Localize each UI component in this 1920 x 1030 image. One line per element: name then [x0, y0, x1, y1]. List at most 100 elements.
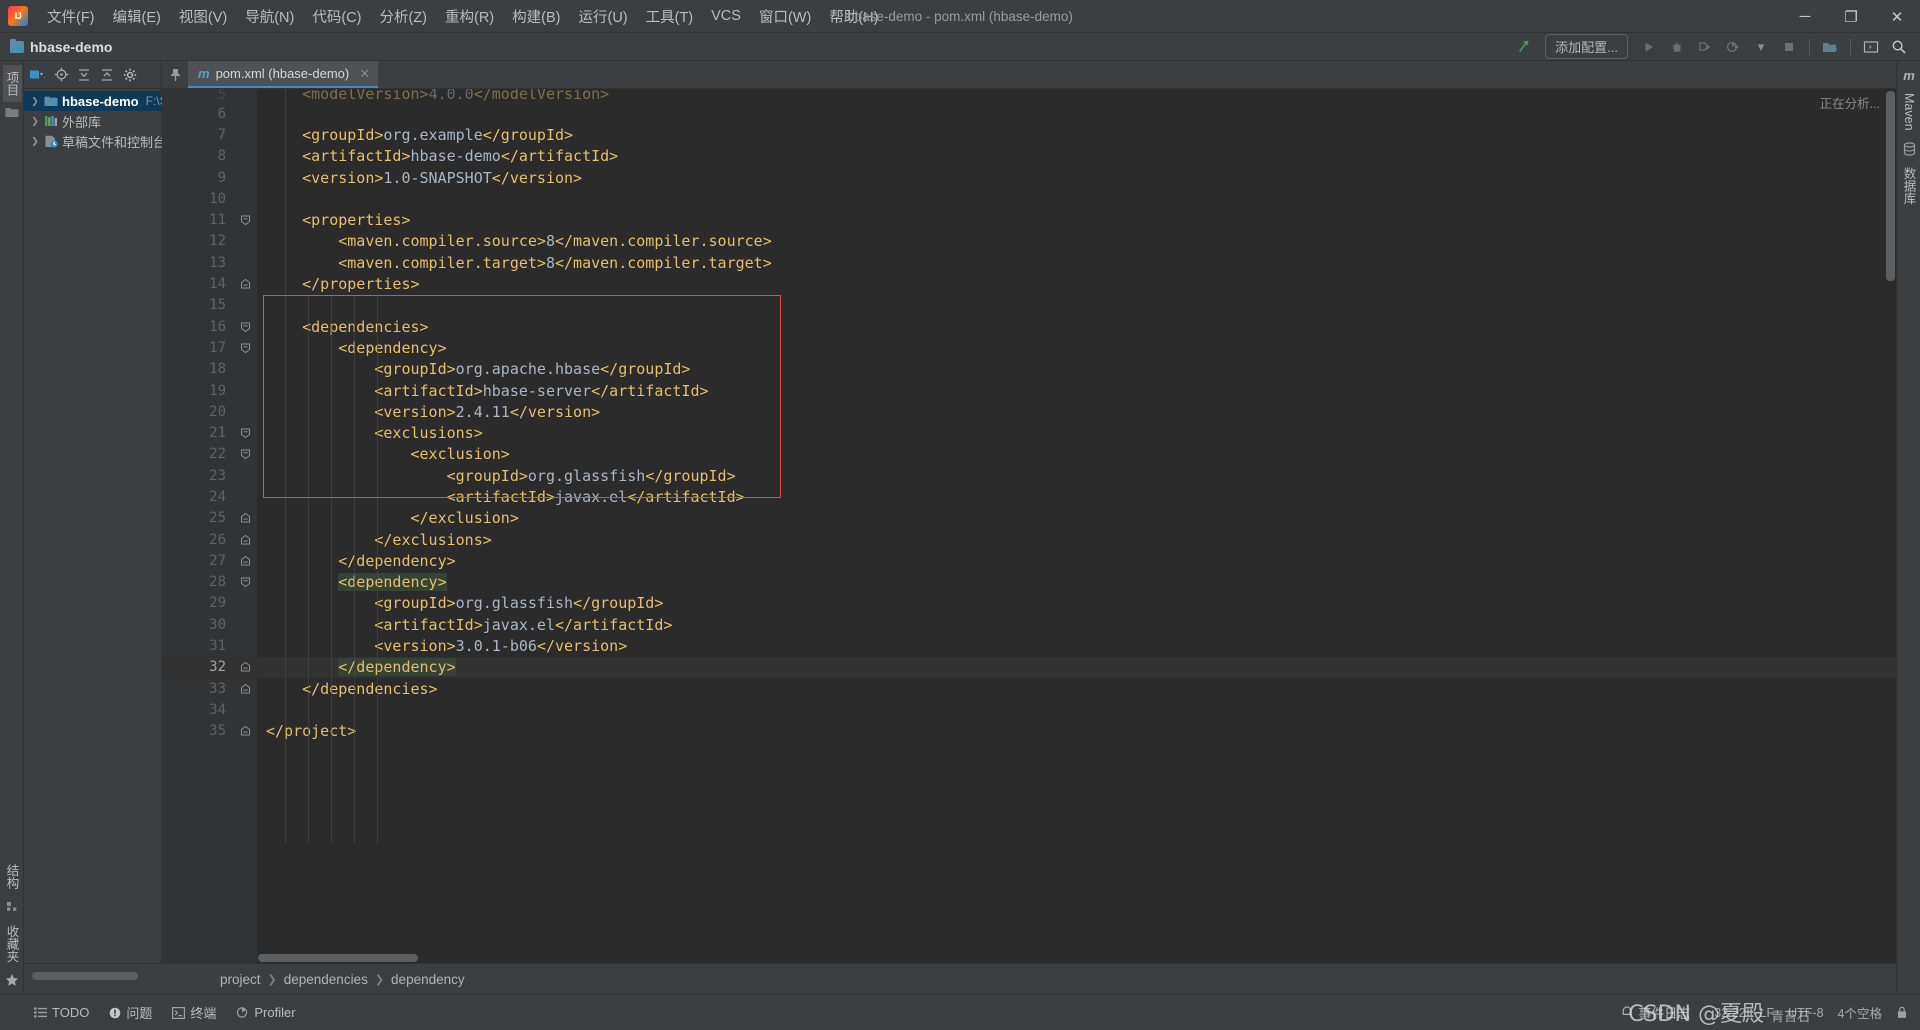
code-line-17[interactable]: 17 <dependency> [162, 337, 1896, 358]
code-line-6[interactable]: 6 [162, 103, 1896, 124]
fold-column[interactable] [234, 167, 257, 188]
tree-node-1[interactable]: ❯ 外部库 [24, 111, 161, 131]
fold-collapse-icon[interactable] [240, 726, 251, 737]
fold-expand-icon[interactable] [240, 449, 251, 460]
fold-column[interactable] [234, 146, 257, 167]
status-problems[interactable]: 问题 [99, 1000, 162, 1025]
tree-node-0[interactable]: ❯ hbase-demo F:\S [24, 91, 168, 111]
fold-column[interactable] [234, 657, 257, 678]
chevron-right-icon[interactable]: ❯ [30, 96, 40, 107]
code-line-30[interactable]: 30 <artifactId>javax.el</artifactId> [162, 614, 1896, 635]
code-line-33[interactable]: 33 </dependencies> [162, 678, 1896, 699]
fold-expand-icon[interactable] [240, 577, 251, 588]
editor-horizontal-scrollbar[interactable] [258, 954, 418, 962]
fold-column[interactable] [234, 188, 257, 209]
maximize-button[interactable]: ❐ [1828, 0, 1874, 33]
project-name-label[interactable]: hbase-demo [10, 38, 112, 55]
code-line-28[interactable]: 28 <dependency> [162, 572, 1896, 593]
collapse-all-icon[interactable] [97, 65, 117, 85]
event-log-button[interactable]: 事件日志 [1611, 1000, 1700, 1025]
fold-collapse-icon[interactable] [240, 555, 251, 566]
menu-item-7[interactable]: 构建(B) [503, 2, 569, 31]
project-structure-icon[interactable] [1817, 36, 1843, 58]
fold-column[interactable] [234, 337, 257, 358]
code-line-11[interactable]: 11 <properties> [162, 209, 1896, 230]
gear-icon[interactable] [120, 65, 140, 85]
fold-collapse-icon[interactable] [240, 278, 251, 290]
fold-column[interactable] [234, 209, 257, 230]
fold-column[interactable] [234, 252, 257, 273]
menu-item-12[interactable]: 帮助(H) [820, 2, 887, 31]
stop-icon[interactable] [1776, 36, 1802, 58]
fold-column[interactable] [234, 550, 257, 571]
rail-item-structure[interactable]: 结构 [3, 858, 22, 895]
code-line-35[interactable]: 35 </project> [162, 721, 1896, 742]
fold-collapse-icon[interactable] [240, 662, 251, 673]
fold-expand-icon[interactable] [240, 342, 251, 354]
line-separator[interactable]: LF [1760, 1006, 1775, 1020]
status-profiler[interactable]: Profiler [226, 1002, 305, 1023]
code-line-27[interactable]: 27 </dependency> [162, 550, 1896, 571]
star-icon[interactable] [2, 970, 22, 990]
locate-icon[interactable] [51, 65, 71, 85]
code-line-15[interactable]: 15 [162, 295, 1896, 316]
code-line-18[interactable]: 18 <groupId>org.apache.hbase</groupId> [162, 359, 1896, 380]
fold-column[interactable] [234, 380, 257, 401]
fold-column[interactable] [234, 231, 257, 252]
menu-item-4[interactable]: 代码(C) [303, 2, 370, 31]
code-line-25[interactable]: 25 </exclusion> [162, 508, 1896, 529]
build-project-icon[interactable] [1511, 36, 1537, 58]
fold-column[interactable] [234, 593, 257, 614]
fold-column[interactable] [234, 721, 257, 742]
editor-vertical-scrollbar[interactable] [1886, 91, 1895, 281]
fold-column[interactable] [234, 89, 257, 103]
code-line-14[interactable]: 14 </properties> [162, 273, 1896, 294]
fold-expand-icon[interactable] [240, 215, 251, 226]
fold-collapse-icon[interactable] [240, 534, 251, 545]
tree-node-2[interactable]: ❯ 草稿文件和控制台 [24, 131, 166, 151]
fold-column[interactable] [234, 699, 257, 720]
chevron-right-icon[interactable]: ❯ [30, 136, 40, 147]
fold-column[interactable] [234, 486, 257, 507]
chevron-down-icon[interactable]: ▾ [1748, 36, 1774, 58]
fold-column[interactable] [234, 572, 257, 593]
rail-item-maven[interactable]: Maven [1902, 87, 1916, 137]
code-line-8[interactable]: 8 <artifactId>hbase-demo</artifactId> [162, 146, 1896, 167]
code-line-12[interactable]: 12 <maven.compiler.source>8</maven.compi… [162, 231, 1896, 252]
menu-item-3[interactable]: 导航(N) [236, 2, 303, 31]
fold-column[interactable] [234, 635, 257, 656]
fold-column[interactable] [234, 422, 257, 443]
code-line-5[interactable]: 5 <modelVersion>4.0.0</modelVersion> [162, 89, 1896, 103]
fold-expand-icon[interactable] [240, 428, 251, 439]
breadcrumb-item-2[interactable]: dependency [391, 972, 465, 987]
fold-collapse-icon[interactable] [240, 513, 251, 524]
file-encoding[interactable]: UTF-8 [1788, 1006, 1823, 1020]
fold-column[interactable] [234, 465, 257, 486]
menu-item-8[interactable]: 运行(U) [569, 2, 636, 31]
add-configuration-button[interactable]: 添加配置... [1545, 34, 1628, 59]
code-line-34[interactable]: 34 [162, 699, 1896, 720]
code-line-23[interactable]: 23 <groupId>org.glassfish</groupId> [162, 465, 1896, 486]
code-line-20[interactable]: 20 <version>2.4.11</version> [162, 401, 1896, 422]
pin-tab-icon[interactable] [162, 62, 188, 88]
fold-column[interactable] [234, 103, 257, 124]
fold-column[interactable] [234, 124, 257, 145]
fold-column[interactable] [234, 508, 257, 529]
menu-item-6[interactable]: 重构(R) [436, 2, 503, 31]
fold-column[interactable] [234, 401, 257, 422]
fold-column[interactable] [234, 273, 257, 294]
fold-column[interactable] [234, 295, 257, 316]
menu-item-10[interactable]: VCS [702, 4, 750, 28]
minimize-button[interactable]: ─ [1782, 0, 1828, 33]
menu-item-11[interactable]: 窗口(W) [750, 2, 820, 31]
caret-position[interactable]: 32:22 [1714, 1006, 1745, 1020]
fold-column[interactable] [234, 614, 257, 635]
profile-icon[interactable] [1720, 36, 1746, 58]
debug-icon[interactable] [1664, 36, 1690, 58]
code-line-29[interactable]: 29 <groupId>org.glassfish</groupId> [162, 593, 1896, 614]
indent-setting[interactable]: 4个空格 [1838, 1003, 1882, 1022]
close-button[interactable]: ✕ [1874, 0, 1920, 33]
database-icon[interactable] [1899, 139, 1919, 159]
code-editor[interactable]: 5 <modelVersion>4.0.0</modelVersion> 6 7 <… [162, 89, 1896, 963]
chevron-right-icon[interactable]: ❯ [30, 116, 40, 127]
